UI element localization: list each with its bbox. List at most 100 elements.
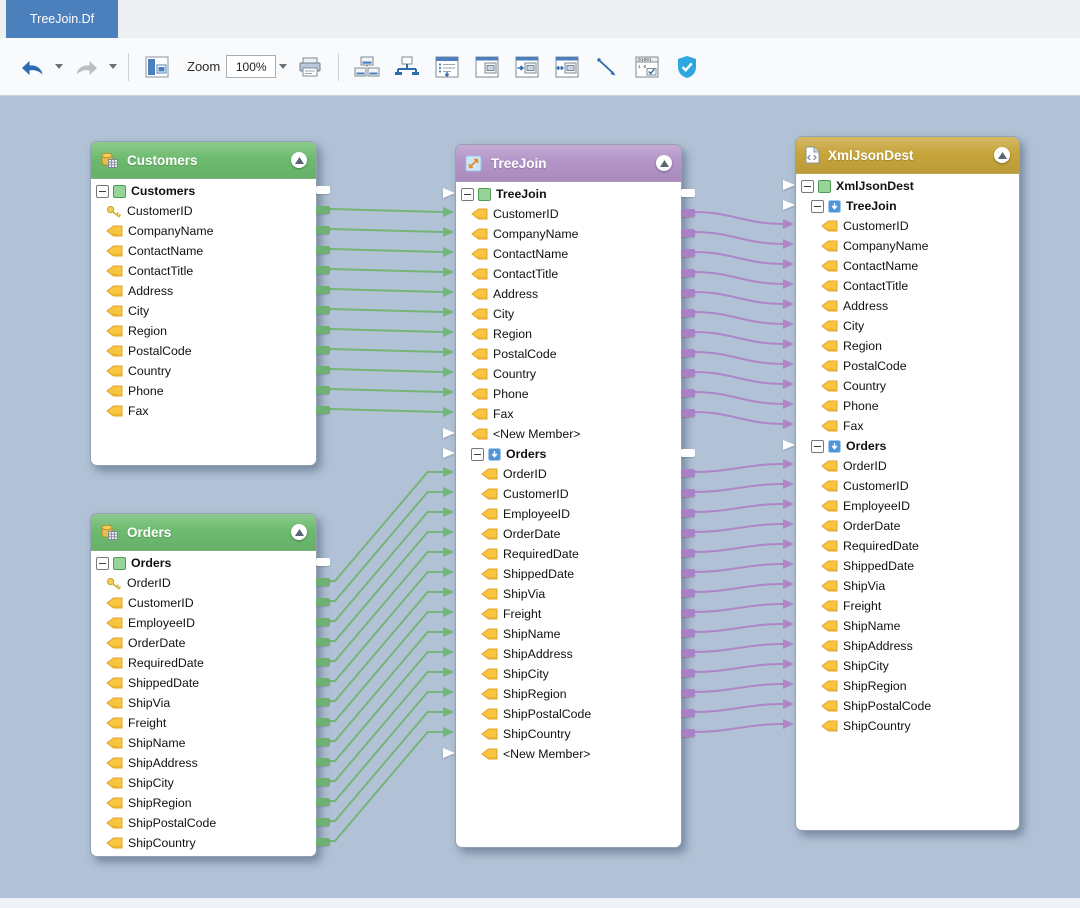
connection-line[interactable] <box>329 349 443 352</box>
connection-line[interactable] <box>329 472 443 581</box>
connection-line[interactable] <box>694 312 783 324</box>
tree-row-shipcity[interactable]: ShipCity <box>91 773 316 793</box>
tree-row-companyname[interactable]: CompanyName <box>91 221 316 241</box>
connection-line[interactable] <box>694 504 783 512</box>
output-port[interactable] <box>316 306 330 314</box>
tree-row-city[interactable]: City <box>456 304 681 324</box>
tree-row-shipaddress[interactable]: ShipAddress <box>796 636 1019 656</box>
tree-row-postalcode[interactable]: PostalCode <box>91 341 316 361</box>
collapse-button[interactable] <box>291 524 307 540</box>
tree-row-customerid[interactable]: CustomerID <box>91 593 316 613</box>
tree-row-requireddate[interactable]: RequiredDate <box>456 544 681 564</box>
tree-row-shipname[interactable]: ShipName <box>91 733 316 753</box>
tree-row-shippeddate[interactable]: ShippedDate <box>91 673 316 693</box>
connection-line[interactable] <box>694 724 783 732</box>
connection-line[interactable] <box>694 272 783 284</box>
output-port[interactable] <box>681 729 695 737</box>
node-header-treejoin[interactable]: TreeJoin <box>456 145 681 182</box>
node-header-customers[interactable]: Customers <box>91 142 316 179</box>
expander-minus-icon[interactable] <box>471 448 484 461</box>
connection-line[interactable] <box>329 229 443 232</box>
tree-row-shipregion[interactable]: ShipRegion <box>456 684 681 704</box>
connection-line[interactable] <box>329 209 443 212</box>
output-port[interactable] <box>681 509 695 517</box>
tree-row-customerid[interactable]: CustomerID <box>796 476 1019 496</box>
tree-row-orders[interactable]: Orders <box>91 553 316 573</box>
tree-row-freight[interactable]: Freight <box>796 596 1019 616</box>
output-port[interactable] <box>681 669 695 677</box>
output-port[interactable] <box>316 386 330 394</box>
output-port[interactable] <box>316 346 330 354</box>
output-port[interactable] <box>316 246 330 254</box>
output-port[interactable] <box>681 569 695 577</box>
redo-dropdown[interactable] <box>109 64 117 69</box>
tab-treejoin-df[interactable]: TreeJoin.Df <box>6 0 118 38</box>
tree-row-requireddate[interactable]: RequiredDate <box>91 653 316 673</box>
tree-row-shipvia[interactable]: ShipVia <box>456 584 681 604</box>
input-port[interactable] <box>443 188 455 198</box>
input-port[interactable] <box>783 200 795 210</box>
panel-arrow-button[interactable] <box>509 51 545 83</box>
expander-minus-icon[interactable] <box>801 180 814 193</box>
diagram-panel-button[interactable] <box>139 51 175 83</box>
tree-row-country[interactable]: Country <box>796 376 1019 396</box>
connection-line[interactable] <box>329 369 443 372</box>
connection-line[interactable] <box>694 232 783 244</box>
input-port[interactable] <box>783 440 795 450</box>
tree-row-city[interactable]: City <box>796 316 1019 336</box>
connection-line[interactable] <box>694 584 783 592</box>
tree-row-orders[interactable]: Orders <box>796 436 1019 456</box>
output-port[interactable] <box>681 369 695 377</box>
output-port[interactable] <box>316 286 330 294</box>
expander-minus-icon[interactable] <box>811 200 824 213</box>
output-port[interactable] <box>681 489 695 497</box>
tree-row-shipcountry[interactable]: ShipCountry <box>91 833 316 853</box>
tree-row-region[interactable]: Region <box>796 336 1019 356</box>
tree-row-xmljsondest[interactable]: XmlJsonDest <box>796 176 1019 196</box>
output-port[interactable] <box>316 738 330 746</box>
tree-row-customerid[interactable]: CustomerID <box>456 204 681 224</box>
tree-row-region[interactable]: Region <box>91 321 316 341</box>
connection-line[interactable] <box>694 332 783 344</box>
tree-row-phone[interactable]: Phone <box>796 396 1019 416</box>
tree-row-shippostalcode[interactable]: ShipPostalCode <box>456 704 681 724</box>
tree-row-country[interactable]: Country <box>91 361 316 381</box>
tree-row-shippeddate[interactable]: ShippedDate <box>456 564 681 584</box>
connection-line[interactable] <box>329 389 443 392</box>
tree-row-shippeddate[interactable]: ShippedDate <box>796 556 1019 576</box>
collapse-button[interactable] <box>994 147 1010 163</box>
node-header-xmljsondest[interactable]: XmlJsonDest <box>796 137 1019 174</box>
output-port[interactable] <box>681 409 695 417</box>
output-port[interactable] <box>681 189 695 197</box>
tree-row-city[interactable]: City <box>91 301 316 321</box>
tree-row-fax[interactable]: Fax <box>456 404 681 424</box>
tree-row-address[interactable]: Address <box>796 296 1019 316</box>
connection-line[interactable] <box>694 544 783 552</box>
output-port[interactable] <box>316 838 330 846</box>
tree-row-companyname[interactable]: CompanyName <box>796 236 1019 256</box>
output-port[interactable] <box>681 349 695 357</box>
expand-nodes-button[interactable] <box>429 51 465 83</box>
connection-line[interactable] <box>694 464 783 472</box>
connection-line[interactable] <box>694 484 783 492</box>
tree-row-newmember[interactable]: <New Member> <box>456 744 681 764</box>
output-port[interactable] <box>681 389 695 397</box>
output-port[interactable] <box>681 289 695 297</box>
tree-row-customerid[interactable]: CustomerID <box>796 216 1019 236</box>
tree-row-shippostalcode[interactable]: ShipPostalCode <box>796 696 1019 716</box>
connection-line[interactable] <box>694 664 783 672</box>
connection-line[interactable] <box>694 292 783 304</box>
output-port[interactable] <box>681 469 695 477</box>
node-orders[interactable]: OrdersOrdersOrderIDCustomerIDEmployeeIDO… <box>90 513 317 857</box>
verify-button[interactable] <box>669 51 705 83</box>
output-port[interactable] <box>316 226 330 234</box>
tree-row-shipcountry[interactable]: ShipCountry <box>456 724 681 744</box>
input-port[interactable] <box>443 748 455 758</box>
tree-row-freight[interactable]: Freight <box>456 604 681 624</box>
print-button[interactable] <box>292 51 328 83</box>
collapse-button[interactable] <box>291 152 307 168</box>
tree-row-fax[interactable]: Fax <box>796 416 1019 436</box>
output-port[interactable] <box>316 366 330 374</box>
output-port[interactable] <box>681 529 695 537</box>
tree-row-companyname[interactable]: CompanyName <box>456 224 681 244</box>
